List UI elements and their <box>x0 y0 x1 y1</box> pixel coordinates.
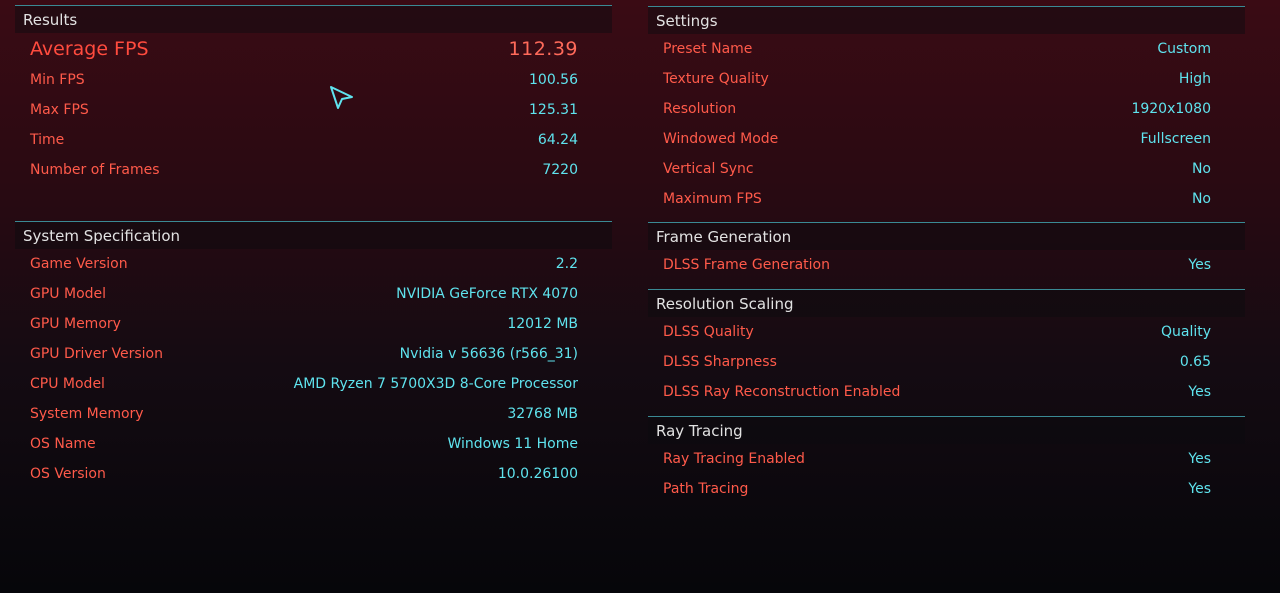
system-row-gpu-model: GPU Model NVIDIA GeForce RTX 4070 <box>15 279 612 309</box>
left-panel: Results Average FPS 112.39 Min FPS 100.5… <box>15 5 612 482</box>
row-label: OS Name <box>30 436 96 452</box>
settings-header: Settings <box>648 6 1245 34</box>
row-value: 100.56 <box>529 72 578 88</box>
row-value: Quality <box>1160 324 1211 340</box>
row-label: Vertical Sync <box>663 161 754 177</box>
system-row-system-memory: System Memory 32768 MB <box>15 399 612 429</box>
right-panel: Settings Preset Name Custom Texture Qual… <box>648 6 1245 497</box>
results-row-frames: Number of Frames 7220 <box>15 155 612 185</box>
row-label: GPU Driver Version <box>30 346 163 362</box>
row-value: Yes <box>1188 257 1211 273</box>
row-value: Yes <box>1188 384 1211 400</box>
settings-section: Settings Preset Name Custom Texture Qual… <box>648 6 1245 214</box>
row-value: Custom <box>1157 41 1211 57</box>
results-row-max-fps: Max FPS 125.31 <box>15 95 612 125</box>
results-rows: Average FPS 112.39 Min FPS 100.56 Max FP… <box>15 33 612 185</box>
row-value: Windows 11 Home <box>447 436 578 452</box>
row-label: GPU Model <box>30 286 107 302</box>
ray-tracing-header: Ray Tracing <box>648 416 1245 444</box>
settings-row-texture-quality: Texture Quality High <box>648 64 1245 94</box>
settings-row-resolution: Resolution 1920x1080 <box>648 94 1245 124</box>
frame-generation-row-dlss-fg: DLSS Frame Generation Yes <box>648 250 1245 280</box>
row-value: 64.24 <box>537 132 578 148</box>
row-value: 12012 MB <box>507 316 578 332</box>
row-label: OS Version <box>30 466 106 482</box>
results-row-min-fps: Min FPS 100.56 <box>15 65 612 95</box>
resolution-scaling-rows: DLSS Quality Quality DLSS Sharpness 0.65… <box>648 317 1245 407</box>
row-label: Resolution <box>663 101 737 117</box>
system-row-cpu-model: CPU Model AMD Ryzen 7 5700X3D 8-Core Pro… <box>15 369 612 399</box>
row-label: Path Tracing <box>663 481 749 497</box>
results-row-average-fps: Average FPS 112.39 <box>15 33 612 65</box>
row-label: Preset Name <box>663 41 753 57</box>
row-label: Average FPS <box>30 38 149 60</box>
frame-generation-header: Frame Generation <box>648 222 1245 250</box>
row-label: Ray Tracing Enabled <box>663 451 805 467</box>
settings-row-maximum-fps: Maximum FPS No <box>648 184 1245 214</box>
row-value: NVIDIA GeForce RTX 4070 <box>396 286 578 302</box>
ray-tracing-section: Ray Tracing Ray Tracing Enabled Yes Path… <box>648 416 1245 504</box>
row-label: DLSS Quality <box>663 324 754 340</box>
row-label: Min FPS <box>30 72 85 88</box>
resolution-scaling-row-dlss-rr: DLSS Ray Reconstruction Enabled Yes <box>648 377 1245 407</box>
resolution-scaling-row-dlss-sharpness: DLSS Sharpness 0.65 <box>648 347 1245 377</box>
row-label: CPU Model <box>30 376 105 392</box>
row-label: Maximum FPS <box>663 191 762 207</box>
system-row-os-version: OS Version 10.0.26100 <box>15 459 612 489</box>
resolution-scaling-row-dlss-quality: DLSS Quality Quality <box>648 317 1245 347</box>
frame-generation-section: Frame Generation DLSS Frame Generation Y… <box>648 222 1245 280</box>
system-header: System Specification <box>15 221 612 249</box>
row-value: AMD Ryzen 7 5700X3D 8-Core Processor <box>293 376 578 392</box>
row-value: 0.65 <box>1179 354 1211 370</box>
ray-tracing-row-path-tracing: Path Tracing Yes <box>648 474 1245 504</box>
system-row-gpu-driver: GPU Driver Version Nvidia v 56636 (r566_… <box>15 339 612 369</box>
ray-tracing-row-enabled: Ray Tracing Enabled Yes <box>648 444 1245 474</box>
row-value: Yes <box>1188 451 1211 467</box>
row-value: 7220 <box>542 162 578 178</box>
results-header: Results <box>15 5 612 33</box>
system-row-game-version: Game Version 2.2 <box>15 249 612 279</box>
row-label: DLSS Sharpness <box>663 354 777 370</box>
row-value: No <box>1191 161 1211 177</box>
row-label: DLSS Frame Generation <box>663 257 830 273</box>
row-label: Windowed Mode <box>663 131 779 147</box>
results-section: Results Average FPS 112.39 Min FPS 100.5… <box>15 5 612 185</box>
pointer-arrow-icon <box>329 85 355 115</box>
settings-row-preset-name: Preset Name Custom <box>648 34 1245 64</box>
row-value: No <box>1191 191 1211 207</box>
resolution-scaling-header: Resolution Scaling <box>648 289 1245 317</box>
row-value: 32768 MB <box>507 406 578 422</box>
settings-row-windowed-mode: Windowed Mode Fullscreen <box>648 124 1245 154</box>
row-label: System Memory <box>30 406 144 422</box>
row-value: 112.39 <box>508 38 578 60</box>
row-label: DLSS Ray Reconstruction Enabled <box>663 384 901 400</box>
row-value: 2.2 <box>555 256 578 272</box>
row-value: 125.31 <box>529 102 578 118</box>
results-row-time: Time 64.24 <box>15 125 612 155</box>
row-value: Fullscreen <box>1140 131 1211 147</box>
row-value: Yes <box>1188 481 1211 497</box>
system-row-os-name: OS Name Windows 11 Home <box>15 429 612 459</box>
resolution-scaling-section: Resolution Scaling DLSS Quality Quality … <box>648 289 1245 407</box>
row-label: Game Version <box>30 256 128 272</box>
frame-generation-rows: DLSS Frame Generation Yes <box>648 250 1245 280</box>
ray-tracing-rows: Ray Tracing Enabled Yes Path Tracing Yes <box>648 444 1245 504</box>
settings-row-vertical-sync: Vertical Sync No <box>648 154 1245 184</box>
row-label: GPU Memory <box>30 316 121 332</box>
row-label: Time <box>30 132 65 148</box>
row-label: Max FPS <box>30 102 89 118</box>
row-label: Number of Frames <box>30 162 160 178</box>
row-value: Nvidia v 56636 (r566_31) <box>399 346 578 362</box>
system-section: System Specification Game Version 2.2 GP… <box>15 221 612 489</box>
row-value: High <box>1178 71 1211 87</box>
settings-rows: Preset Name Custom Texture Quality High … <box>648 34 1245 214</box>
row-value: 1920x1080 <box>1131 101 1211 117</box>
system-rows: Game Version 2.2 GPU Model NVIDIA GeForc… <box>15 249 612 489</box>
row-label: Texture Quality <box>663 71 769 87</box>
system-row-gpu-memory: GPU Memory 12012 MB <box>15 309 612 339</box>
row-value: 10.0.26100 <box>497 466 578 482</box>
